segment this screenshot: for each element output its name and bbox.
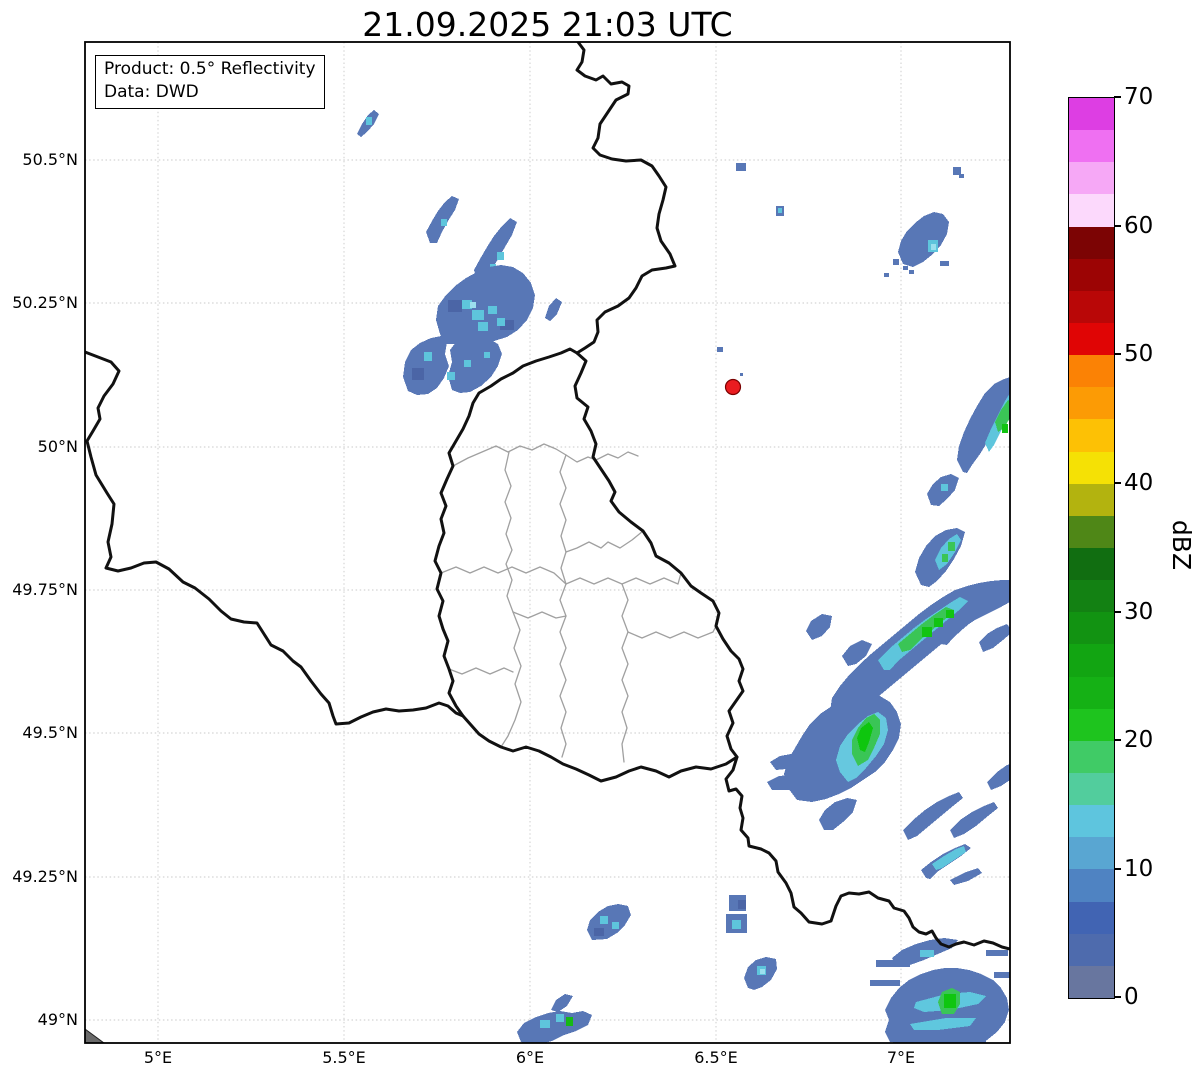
ytick-label: 50°N (37, 437, 78, 456)
colorbar-segment (1069, 901, 1114, 934)
border-luxembourg (433, 347, 745, 783)
ytick-label: 49.75°N (12, 580, 78, 599)
data-source-line: Data: DWD (104, 82, 199, 102)
colorbar-tick-label: 70 (1124, 84, 1154, 110)
ytick-label: 50.5°N (22, 150, 78, 169)
colorbar-segment (1069, 226, 1114, 259)
colorbar-tick-label: 10 (1124, 856, 1154, 882)
colorbar-segment (1069, 258, 1114, 291)
radar-site-marker (724, 378, 742, 396)
country-borders (85, 42, 1010, 951)
colorbar-segment (1069, 98, 1114, 131)
product-info-box: Product: 0.5° Reflectivity Data: DWD (95, 55, 325, 109)
xtick-label: 5.5°E (322, 1048, 366, 1067)
xtick-label: 7°E (886, 1048, 916, 1067)
colorbar-tick (1114, 96, 1121, 98)
ytick-label: 50.25°N (12, 293, 78, 312)
colorbar-segment (1069, 772, 1114, 806)
colorbar-segment (1069, 676, 1114, 709)
colorbar-tick (1114, 996, 1121, 998)
colorbar-tick-label: 40 (1124, 470, 1154, 496)
colorbar-tick (1114, 482, 1121, 484)
colorbar-tick (1114, 353, 1121, 355)
colorbar-segment (1069, 162, 1114, 195)
ytick-label: 49°N (37, 1010, 78, 1029)
xtick-label: 6.5°E (694, 1048, 738, 1067)
product-line: Product: 0.5° Reflectivity (104, 59, 316, 79)
colorbar-segments (1069, 98, 1114, 998)
border-belgium-germany (575, 42, 677, 355)
colorbar-segment (1069, 194, 1114, 227)
colorbar-segment (1069, 580, 1114, 613)
xtick-label: 5°E (143, 1048, 173, 1067)
corner-border-fragment (85, 1028, 105, 1043)
colorbar-segment (1069, 933, 1114, 966)
colorbar-segment (1069, 547, 1114, 581)
colorbar-segment (1069, 965, 1114, 998)
colorbar-segment (1069, 322, 1114, 356)
colorbar-tick (1114, 739, 1121, 741)
colorbar-tick-label: 50 (1124, 341, 1154, 367)
colorbar-tick (1114, 611, 1121, 613)
colorbar-segment (1069, 419, 1114, 452)
colorbar (1068, 97, 1115, 999)
border-france-germany (724, 755, 1010, 951)
colorbar-segment (1069, 130, 1114, 163)
colorbar-segment (1069, 708, 1114, 741)
colorbar-segment (1069, 869, 1114, 902)
radar-map (84, 41, 1011, 1044)
colorbar-tick (1114, 225, 1121, 227)
colorbar-tick-label: 60 (1124, 213, 1154, 239)
colorbar-segment (1069, 515, 1114, 548)
colorbar-segment (1069, 290, 1114, 323)
radar-figure: 21.09.2025 21:03 UTC Product: 0.5° Refle… (0, 0, 1202, 1081)
colorbar-segment (1069, 451, 1114, 484)
colorbar-tick (1114, 868, 1121, 870)
xtick-label: 6°E (515, 1048, 545, 1067)
colorbar-segment (1069, 837, 1114, 870)
colorbar-segment (1069, 612, 1114, 645)
ytick-label: 49.25°N (12, 867, 78, 886)
colorbar-segment (1069, 644, 1114, 677)
border-belgium-france (85, 350, 465, 726)
colorbar-tick-label: 20 (1124, 727, 1154, 753)
canton-borders (440, 443, 717, 763)
colorbar-tick-label: 0 (1124, 984, 1139, 1010)
colorbar-segment (1069, 483, 1114, 516)
colorbar-segment (1069, 805, 1114, 838)
colorbar-segment (1069, 387, 1114, 420)
colorbar-segment (1069, 355, 1114, 388)
colorbar-unit-label: dBZ (1167, 519, 1196, 571)
ytick-label: 49.5°N (22, 723, 78, 742)
colorbar-segment (1069, 740, 1114, 773)
colorbar-tick-label: 30 (1124, 599, 1154, 625)
